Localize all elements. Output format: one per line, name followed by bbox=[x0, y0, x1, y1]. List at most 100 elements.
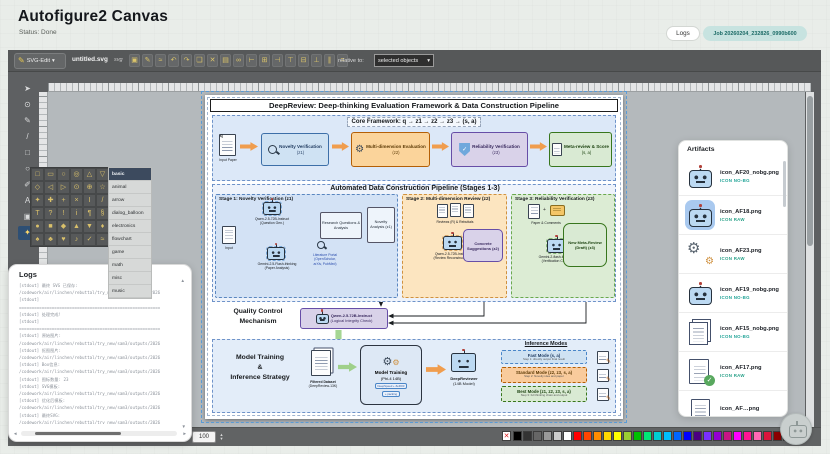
shape-item[interactable]: ◇ bbox=[31, 181, 44, 194]
color-swatch[interactable] bbox=[523, 431, 532, 441]
zoom-stepper[interactable]: ▲▼ bbox=[218, 431, 225, 443]
color-swatch[interactable] bbox=[553, 431, 562, 441]
shape-item[interactable]: I bbox=[83, 194, 96, 207]
align-right-icon[interactable]: ⊣ bbox=[272, 54, 283, 67]
artifacts-scrollbar-thumb[interactable] bbox=[783, 161, 786, 207]
shape-item[interactable]: □ bbox=[31, 168, 44, 181]
artifact-item[interactable]: icon_AF20_nobg.png ICON NO-BG bbox=[679, 157, 788, 196]
shape-item[interactable]: ◎ bbox=[70, 168, 83, 181]
pencil-tool-icon[interactable]: ✎ bbox=[18, 114, 37, 128]
color-swatch[interactable] bbox=[573, 431, 582, 441]
color-swatch[interactable] bbox=[533, 431, 542, 441]
shape-item[interactable]: ♣ bbox=[44, 233, 57, 246]
shape-category[interactable]: flowchart bbox=[109, 233, 151, 246]
shape-item[interactable]: ● bbox=[31, 220, 44, 233]
move-top-icon[interactable]: ▤ bbox=[220, 54, 231, 67]
scroll-left-icon[interactable]: ◄ bbox=[13, 432, 17, 437]
color-swatch[interactable] bbox=[693, 431, 702, 441]
color-swatch[interactable] bbox=[663, 431, 672, 441]
color-swatch[interactable] bbox=[653, 431, 662, 441]
logs-body[interactable]: [stdout] 最终 SVG 已保存:/codework/air/linche… bbox=[19, 282, 185, 424]
shape-category[interactable]: electronics bbox=[109, 220, 151, 233]
document-title[interactable]: untitled.svg bbox=[72, 56, 108, 63]
color-swatch[interactable] bbox=[563, 431, 572, 441]
color-swatch[interactable] bbox=[593, 431, 602, 441]
artifact-item[interactable]: icon_AF18.png ICON RAW bbox=[679, 196, 788, 235]
shape-category[interactable]: dialog_balloon bbox=[109, 207, 151, 220]
shape-item[interactable]: ◁ bbox=[44, 181, 57, 194]
color-swatch[interactable] bbox=[583, 431, 592, 441]
shape-item[interactable]: ✦ bbox=[31, 194, 44, 207]
shape-item[interactable]: ¶ bbox=[83, 207, 96, 220]
relative-to-select[interactable]: selected objects ▾ bbox=[374, 54, 434, 67]
artifact-item[interactable]: icon_AF17.png ICON RAW bbox=[679, 352, 788, 391]
color-swatch[interactable] bbox=[763, 431, 772, 441]
align-left-icon[interactable]: ⊢ bbox=[246, 54, 257, 67]
main-menu-button[interactable]: ✎ SVG-Edit ▾ bbox=[14, 53, 66, 69]
zoom-tool-icon[interactable]: ⊙ bbox=[18, 98, 37, 112]
shape-item[interactable]: ⊙ bbox=[70, 181, 83, 194]
align-top-icon[interactable]: ⊤ bbox=[285, 54, 296, 67]
color-swatch[interactable] bbox=[723, 431, 732, 441]
color-swatch[interactable] bbox=[713, 431, 722, 441]
artifact-item[interactable]: icon_AF23.png ICON RAW bbox=[679, 235, 788, 274]
shape-item[interactable]: T bbox=[31, 207, 44, 220]
artifact-item[interactable]: icon_AF19_nobg.png ICON NO-BG bbox=[679, 274, 788, 313]
shape-item[interactable]: + bbox=[57, 194, 70, 207]
shape-item[interactable]: i bbox=[70, 207, 83, 220]
shape-item[interactable]: ○ bbox=[57, 168, 70, 181]
link-icon[interactable]: ∞ bbox=[233, 54, 244, 67]
zoom-input[interactable]: 100 bbox=[192, 431, 216, 443]
shape-item[interactable]: ▷ bbox=[57, 181, 70, 194]
color-swatch[interactable] bbox=[513, 431, 522, 441]
assistant-robot-button[interactable] bbox=[780, 413, 812, 445]
shape-category[interactable]: game bbox=[109, 246, 151, 259]
clone-icon[interactable]: ❏ bbox=[194, 54, 205, 67]
edit-source-icon[interactable]: ✎ bbox=[142, 54, 153, 67]
color-swatch[interactable] bbox=[623, 431, 632, 441]
delete-icon[interactable]: ✕ bbox=[207, 54, 218, 67]
shape-item[interactable]: ▼ bbox=[83, 220, 96, 233]
shape-item[interactable]: ! bbox=[57, 207, 70, 220]
no-color-swatch[interactable]: ✕ bbox=[502, 431, 511, 441]
rect-tool-icon[interactable]: □ bbox=[18, 146, 37, 160]
align-center-icon[interactable]: ⊞ bbox=[259, 54, 270, 67]
color-swatch[interactable] bbox=[673, 431, 682, 441]
color-swatch[interactable] bbox=[613, 431, 622, 441]
scroll-down-icon[interactable]: ▼ bbox=[182, 425, 186, 430]
workspace-scrollbar-thumb[interactable] bbox=[807, 96, 813, 246]
artifact-item[interactable]: icon_AF15_nobg.png ICON NO-BG bbox=[679, 313, 788, 352]
shape-category[interactable]: misc bbox=[109, 272, 151, 285]
shape-item[interactable]: ▭ bbox=[44, 168, 57, 181]
shape-category[interactable]: music bbox=[109, 285, 151, 298]
shape-item[interactable]: ♥ bbox=[57, 233, 70, 246]
color-swatch[interactable] bbox=[743, 431, 752, 441]
svg-canvas-page[interactable]: DeepReview: Deep-thinking Evaluation Fra… bbox=[205, 95, 623, 419]
shape-category[interactable]: basic bbox=[109, 168, 151, 181]
shape-item[interactable]: ♪ bbox=[70, 233, 83, 246]
align-middle-icon[interactable]: ⊟ bbox=[298, 54, 309, 67]
shape-item[interactable]: ✓ bbox=[83, 233, 96, 246]
shape-item[interactable]: × bbox=[70, 194, 83, 207]
color-swatch[interactable] bbox=[643, 431, 652, 441]
line-tool-icon[interactable]: / bbox=[18, 130, 37, 144]
export-image-icon[interactable]: ▣ bbox=[129, 54, 140, 67]
logs-hscrollbar-thumb[interactable] bbox=[35, 432, 121, 435]
shape-category[interactable]: animal bbox=[109, 181, 151, 194]
shape-item[interactable]: ? bbox=[44, 207, 57, 220]
color-swatch[interactable] bbox=[753, 431, 762, 441]
color-swatch[interactable] bbox=[703, 431, 712, 441]
color-swatch[interactable] bbox=[543, 431, 552, 441]
color-swatch[interactable] bbox=[733, 431, 742, 441]
shape-item[interactable]: ■ bbox=[44, 220, 57, 233]
logs-button[interactable]: Logs bbox=[666, 26, 700, 41]
undo-icon[interactable]: ↶ bbox=[168, 54, 179, 67]
color-swatch[interactable] bbox=[683, 431, 692, 441]
scroll-right-icon[interactable]: ► bbox=[183, 432, 187, 437]
redo-icon[interactable]: ↷ bbox=[181, 54, 192, 67]
align-bottom-icon[interactable]: ⊥ bbox=[311, 54, 322, 67]
color-swatch[interactable] bbox=[633, 431, 642, 441]
shape-item[interactable]: ◆ bbox=[57, 220, 70, 233]
shape-category[interactable]: arrow bbox=[109, 194, 151, 207]
artifact-item[interactable]: icon_AF…png bbox=[679, 391, 788, 417]
